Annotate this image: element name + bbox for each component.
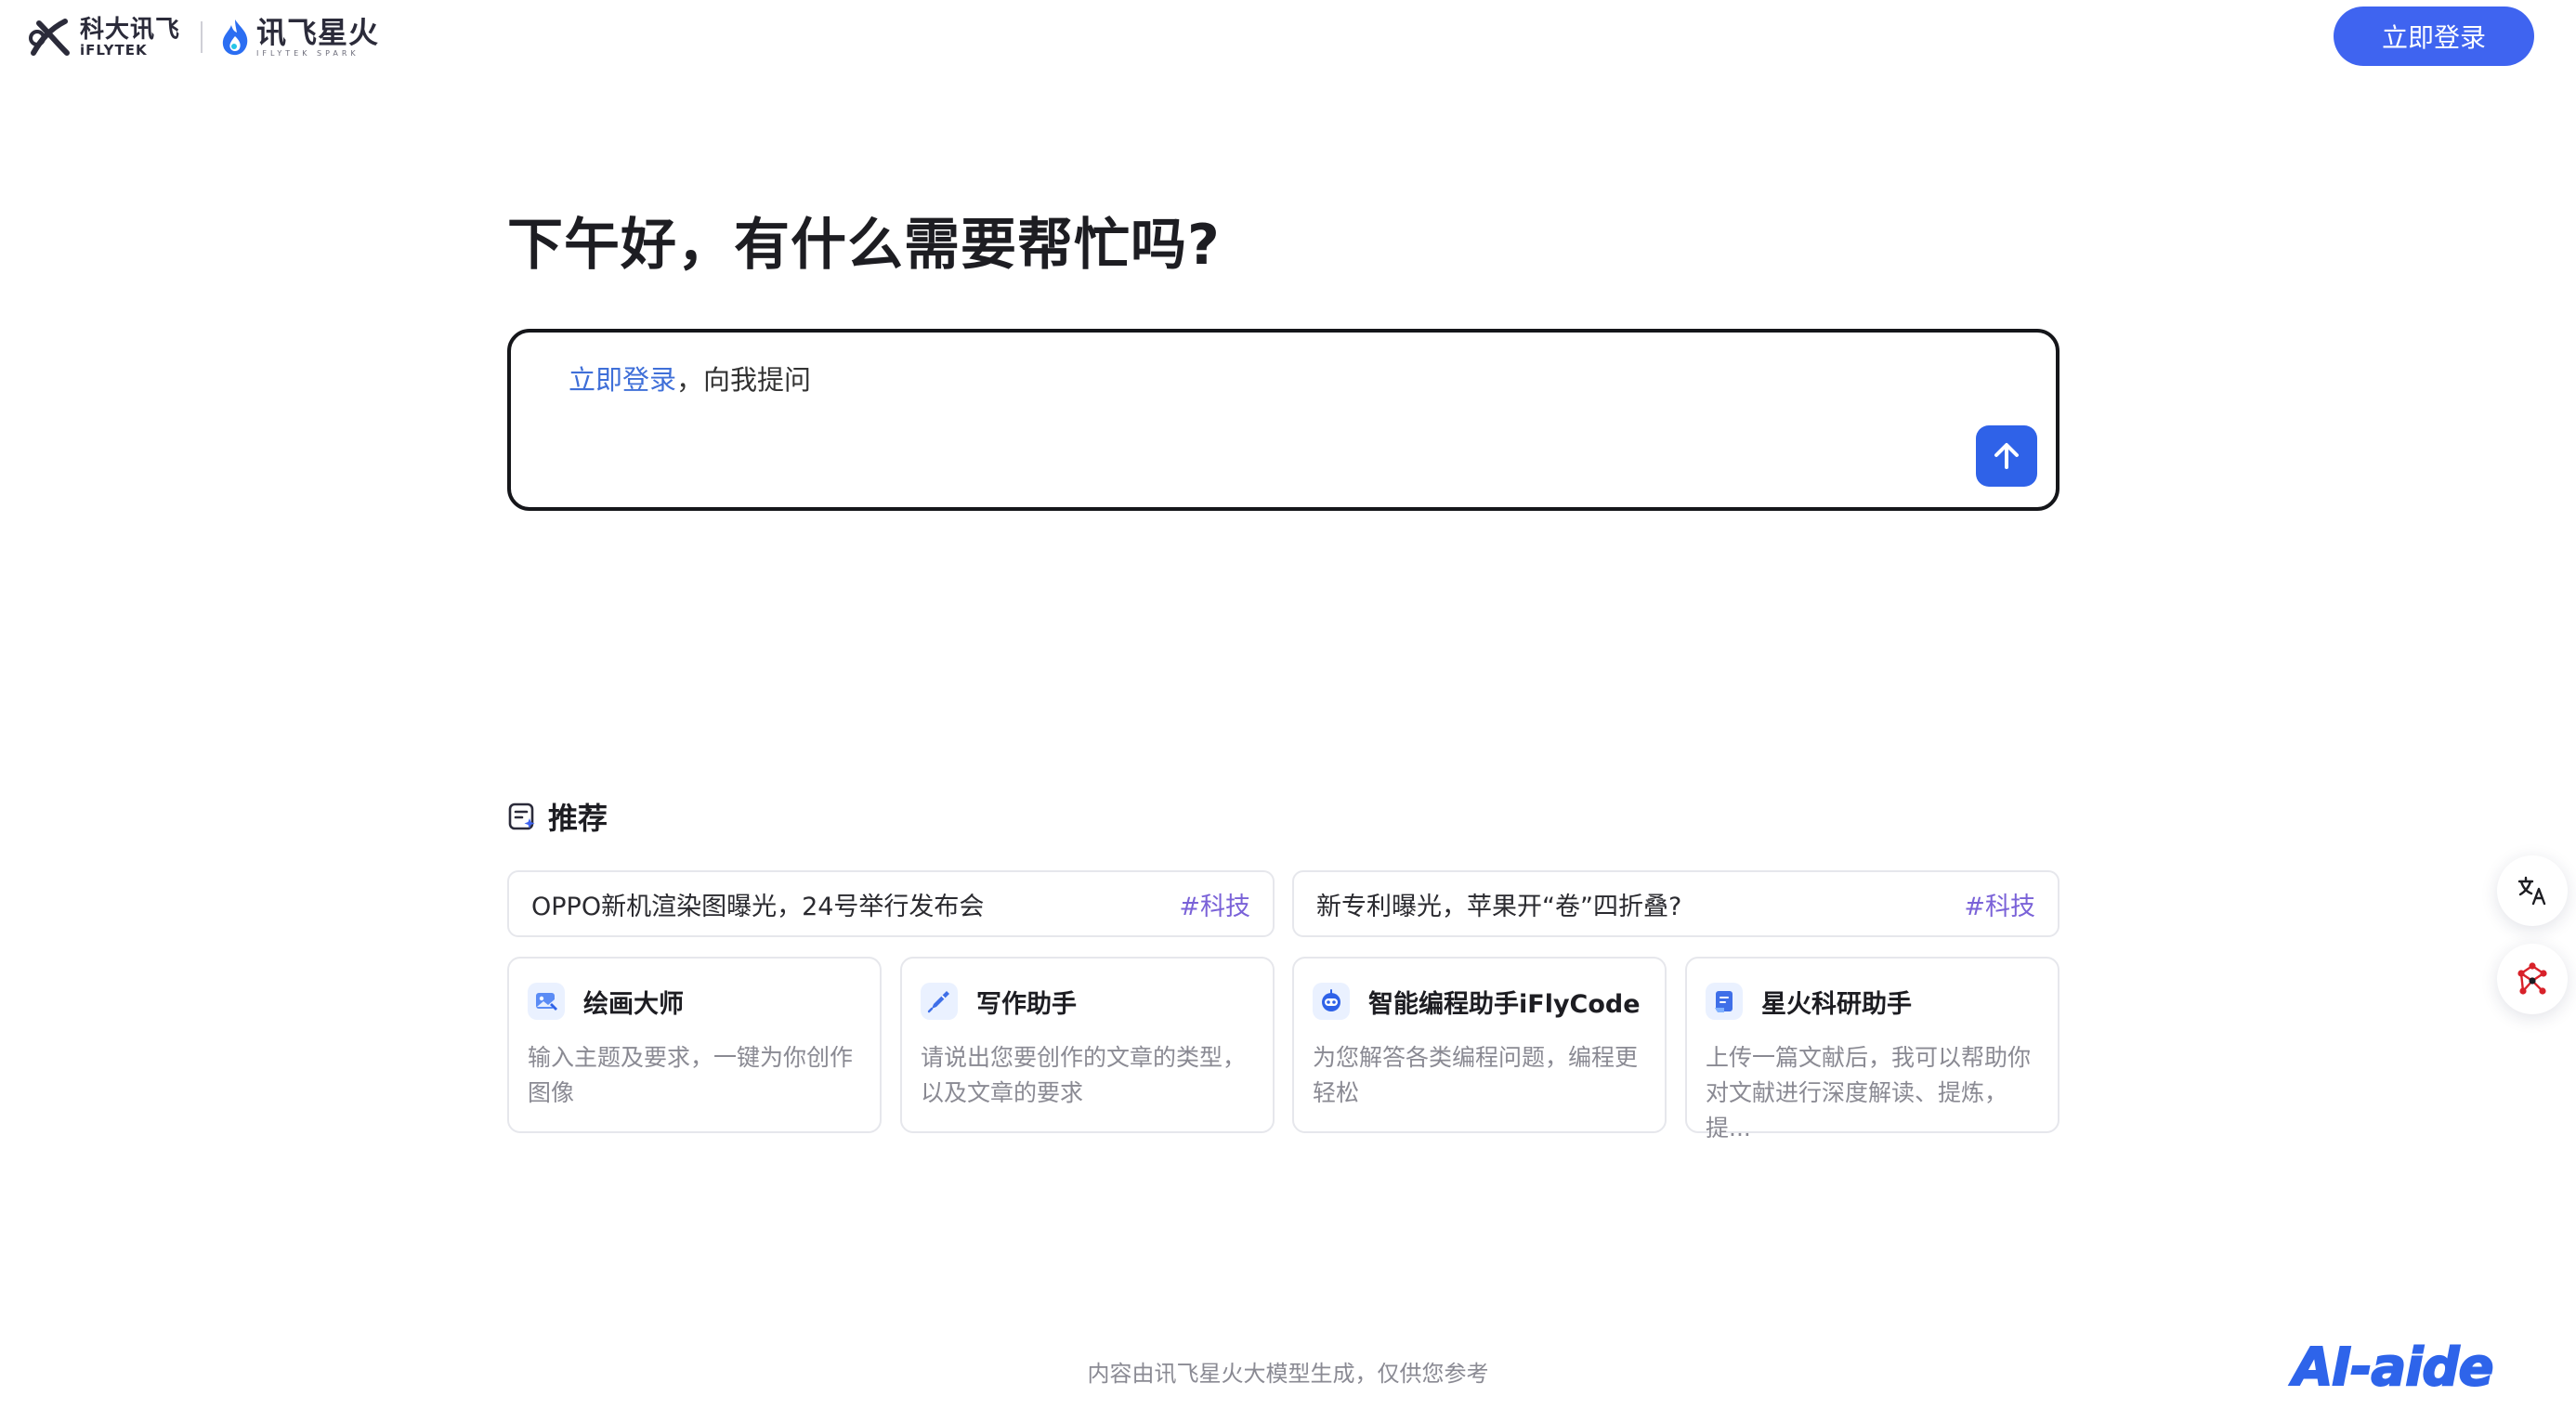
agent-card-painting[interactable]: 绘画大师 输入主题及要求，一键为你创作图像 (507, 957, 882, 1133)
agent-card-writing[interactable]: 写作助手 请说出您要创作的文章的类型，以及文章的要求 (900, 957, 1275, 1133)
iflytek-logo-cn: 科大讯飞 (80, 15, 181, 44)
agent-card-desc: 上传一篇文献后，我可以帮助你对文献进行深度解读、提炼，提... (1706, 1044, 2032, 1142)
graph-icon (2517, 962, 2547, 995)
send-button[interactable] (1976, 425, 2037, 487)
news-card[interactable]: OPPO新机渲染图曝光，24号举行发布会 #科技 (507, 870, 1275, 937)
chat-input-placeholder: 立即登录，向我提问 (569, 359, 811, 398)
graph-button[interactable] (2497, 944, 2568, 1014)
spark-logo: 讯飞星火 IFLYTEK SPARK (219, 18, 379, 58)
spark-flame-icon (222, 20, 248, 56)
agent-card-desc: 请说出您要创作的文章的类型，以及文章的要求 (921, 1044, 1247, 1106)
agent-card-coding[interactable]: 智能编程助手iFlyCode 为您解答各类编程问题，编程更轻松 (1292, 957, 1667, 1133)
news-card-text: 新专利曝光，苹果开“卷”四折叠? (1316, 892, 1682, 921)
input-placeholder-text: ，向我提问 (676, 364, 812, 396)
iflytek-logo-en: iFLYTEK (80, 41, 148, 59)
arrow-up-icon (1994, 443, 2019, 469)
logo-group[interactable]: 科大讯飞 iFLYTEK 讯飞星火 IFLYTEK SPARK (28, 15, 379, 59)
news-card[interactable]: 新专利曝光，苹果开“卷”四折叠? #科技 (1292, 870, 2059, 937)
document-icon (1706, 983, 1743, 1020)
agent-card-research[interactable]: 星火科研助手 上传一篇文献后，我可以帮助你对文献进行深度解读、提炼，提... (1685, 957, 2059, 1142)
translate-icon (2517, 876, 2546, 906)
top-header: 科大讯飞 iFLYTEK 讯飞星火 IFLYTEK SPARK 立即登录 (0, 0, 2576, 74)
pen-icon (921, 983, 958, 1020)
iflytek-logo-icon (29, 19, 70, 56)
login-button[interactable]: 立即登录 (2334, 7, 2534, 66)
news-card-tag: #科技 (1964, 892, 2035, 921)
agent-card-title: 智能编程助手iFlyCode (1368, 989, 1641, 1019)
paint-icon (528, 983, 565, 1020)
recommend-icon (508, 802, 535, 830)
logo-divider (201, 21, 203, 53)
chat-input-box[interactable]: 立即登录，向我提问 (507, 329, 2059, 511)
news-card-text: OPPO新机渲染图曝光，24号举行发布会 (531, 892, 985, 921)
greeting-title: 下午好，有什么需要帮忙吗? (507, 213, 1221, 278)
agent-card-desc: 输入主题及要求，一键为你创作图像 (528, 1044, 854, 1106)
footer-disclaimer: 内容由讯飞星火大模型生成，仅供您参考 (1087, 1361, 1489, 1387)
translate-button[interactable] (2497, 855, 2568, 926)
recommend-title: 推荐 (548, 801, 608, 836)
agent-card-title: 写作助手 (976, 989, 1077, 1019)
spark-logo-cn: 讯飞星火 (256, 14, 380, 50)
agent-card-title: 绘画大师 (583, 989, 684, 1019)
input-login-link[interactable]: 立即登录 (569, 364, 676, 396)
brand-watermark: AI-aide (2292, 1337, 2494, 1399)
recommend-heading: 推荐 (507, 795, 608, 838)
agent-card-desc: 为您解答各类编程问题，编程更轻松 (1313, 1044, 1639, 1106)
spark-logo-en: IFLYTEK SPARK (256, 48, 360, 58)
agent-card-title: 星火科研助手 (1761, 989, 1912, 1019)
iflytek-logo: 科大讯飞 iFLYTEK (28, 16, 180, 59)
robot-icon (1313, 983, 1350, 1020)
news-card-tag: #科技 (1179, 892, 1250, 921)
